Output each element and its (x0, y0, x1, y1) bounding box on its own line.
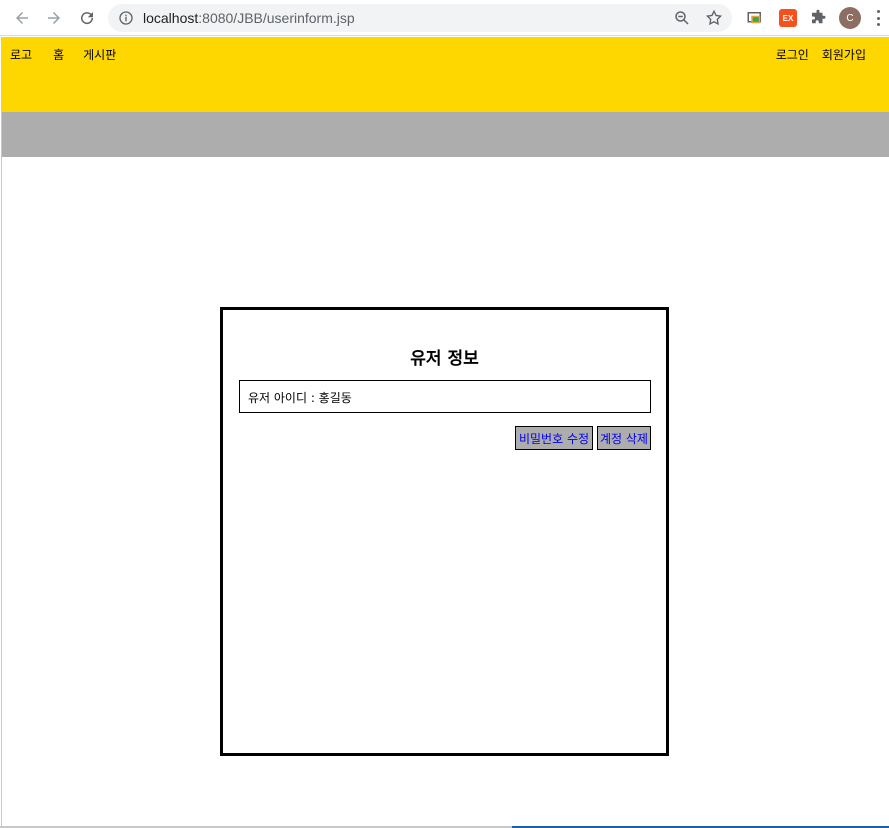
arrow-left-icon (16, 12, 28, 24)
cast-extension-icon[interactable] (746, 9, 764, 27)
login-link[interactable]: 로그인 (776, 46, 809, 63)
reload-button[interactable] (75, 6, 99, 30)
url-host: localhost (143, 10, 199, 26)
address-bar[interactable]: localhost:8080/JBB/userinform.jsp (108, 4, 732, 32)
signup-link[interactable]: 회원가입 (822, 46, 866, 63)
card-title: 유저 정보 (410, 349, 479, 369)
arrow-right-icon (48, 12, 60, 24)
url-text[interactable]: localhost:8080/JBB/userinform.jsp (143, 10, 355, 26)
nav-home-link[interactable]: 홈 (53, 46, 64, 63)
star-icon[interactable] (705, 9, 723, 27)
page-content: 로고 홈 게시판 로그인 회원가입 유저 정보 유저 아이디 : 홍길동 비밀번… (1, 37, 889, 826)
nav-logo-link[interactable]: 로고 (10, 46, 32, 63)
info-icon[interactable] (118, 10, 134, 26)
user-id-box: 유저 아이디 : 홍길동 (239, 380, 651, 413)
delete-account-button[interactable]: 계정 삭제 (597, 426, 651, 450)
browser-toolbar: localhost:8080/JBB/userinform.jsp EX C (0, 0, 889, 36)
reload-icon (81, 12, 94, 25)
nav-board-link[interactable]: 게시판 (83, 46, 116, 63)
user-info-card: 유저 정보 유저 아이디 : 홍길동 비밀번호 수정 계정 삭제 (220, 307, 669, 756)
back-button[interactable] (10, 6, 34, 30)
nav-left: 로고 홈 게시판 (10, 46, 116, 63)
puzzle-icon[interactable] (809, 9, 827, 27)
url-path: :8080/JBB/userinform.jsp (198, 10, 355, 26)
nav-right: 로그인 회원가입 (776, 46, 866, 63)
change-password-button[interactable]: 비밀번호 수정 (515, 426, 593, 450)
profile-avatar[interactable]: C (839, 7, 861, 29)
kebab-menu-icon[interactable] (874, 8, 882, 28)
user-id-text: 유저 아이디 : 홍길동 (248, 391, 352, 405)
forward-button[interactable] (42, 6, 66, 30)
sub-header-bar (2, 112, 889, 157)
site-header: 로고 홈 게시판 로그인 회원가입 (2, 37, 889, 112)
zoom-icon[interactable] (673, 9, 691, 27)
ex-extension-icon[interactable]: EX (779, 9, 797, 27)
